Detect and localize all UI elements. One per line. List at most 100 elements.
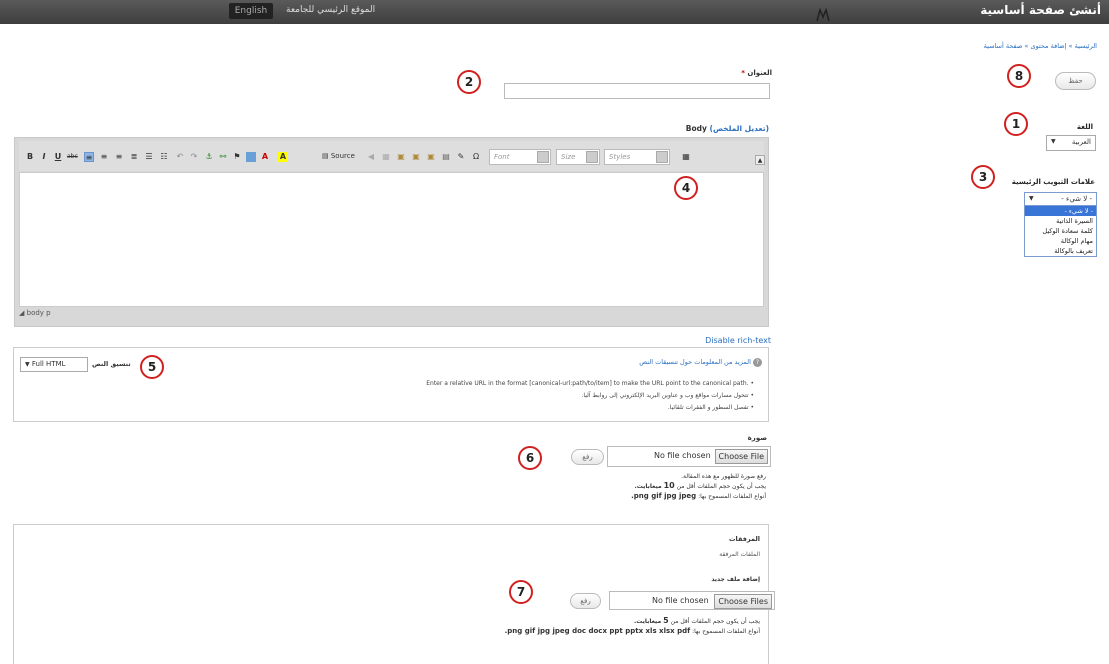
- align-left-icon[interactable]: ≡: [84, 152, 94, 162]
- table-icon[interactable]: ▦: [681, 152, 691, 162]
- bold-icon[interactable]: B: [25, 152, 35, 162]
- format-tip-text: تفصل السطور و الفقرات تلقائيا.: [667, 404, 749, 411]
- align-right-icon[interactable]: ≡: [114, 152, 124, 162]
- main-tabs-option[interactable]: السيرة الذاتية: [1025, 216, 1096, 226]
- text-color-icon[interactable]: A: [260, 152, 270, 162]
- edit-summary-link[interactable]: (تعديل الملخص): [710, 124, 770, 133]
- editor-content-area[interactable]: [19, 172, 764, 307]
- hint-text: أنواع الملفات المسموح بها:: [698, 493, 766, 500]
- underline-icon[interactable]: U: [53, 152, 63, 162]
- image-size-hint: يجب أن يكون حجم الملفات أقل من 10 ميغابا…: [634, 481, 766, 490]
- main-tabs-option[interactable]: مهام الوكالة: [1025, 236, 1096, 246]
- disable-rich-text-link[interactable]: Disable rich-text: [705, 336, 771, 345]
- copy-icon[interactable]: ▦: [381, 152, 391, 162]
- font-select[interactable]: Font: [489, 149, 551, 165]
- replace-icon[interactable]: ▤: [441, 152, 451, 162]
- hint-text: أنواع الملفات المسموح بها:: [692, 628, 760, 635]
- source-button[interactable]: ▤ Source: [322, 152, 355, 160]
- paste-text-icon[interactable]: ▣: [396, 152, 406, 162]
- strikethrough-icon[interactable]: abc: [67, 152, 78, 162]
- attachments-panel: المرفقات الملفات المرفقة إضافة ملف جديد …: [13, 524, 775, 664]
- bulleted-list-icon[interactable]: ☰: [144, 152, 154, 162]
- align-center-icon[interactable]: ≡: [99, 152, 109, 162]
- marker-5: 5: [140, 355, 164, 379]
- size-select-placeholder: Size: [561, 153, 576, 161]
- site-home-link[interactable]: الموقع الرئيسي للجامعة: [286, 5, 375, 15]
- text-format-selected: Full HTML: [31, 360, 66, 368]
- numbered-list-icon[interactable]: ☷: [159, 152, 169, 162]
- paste-word-icon[interactable]: ▣: [411, 152, 421, 162]
- marker-4: 4: [674, 176, 698, 200]
- editor-toolbar: B I U abc ≡ ≡ ≡ ≣ ☰ ☷ ↶ ↷ ⚓ ⚯ ⚑ A A ▤ So…: [19, 141, 765, 171]
- styles-select[interactable]: Styles: [604, 149, 670, 165]
- italic-icon[interactable]: I: [39, 152, 49, 162]
- main-tabs-option[interactable]: كلمة سعادة الوكيل: [1025, 226, 1096, 236]
- page-title: أنشئ صفحة أساسية: [980, 3, 1101, 17]
- paste-icon[interactable]: ◀: [366, 152, 376, 162]
- image-hint: رفع صورة للظهور مع هذه المقالة.: [681, 473, 766, 480]
- language-selected: العربية: [1071, 138, 1091, 146]
- undo-icon[interactable]: ↶: [175, 152, 185, 162]
- main-tabs-current[interactable]: - لا شيء - ▼: [1025, 193, 1096, 206]
- source-label: Source: [330, 152, 355, 160]
- title-label-text: العنوان: [747, 69, 772, 77]
- format-tip-text: تتحول مسارات مواقع وب و عناوين البريد ال…: [581, 392, 749, 399]
- resize-icon[interactable]: ◢: [19, 309, 24, 317]
- link-icon[interactable]: ⚓: [204, 152, 214, 162]
- image-icon[interactable]: [246, 152, 256, 162]
- attachments-file-input[interactable]: No file chosen Choose Files: [609, 591, 775, 610]
- help-icon: ?: [753, 358, 762, 367]
- special-char-icon[interactable]: Ω: [471, 152, 481, 162]
- add-file-label: إضافة ملف جديد: [711, 576, 760, 583]
- no-file-chosen: No file chosen: [652, 596, 709, 605]
- hint-types: png gif jpg jpeg doc docx ppt pptx xls x…: [504, 627, 691, 635]
- unlink-icon[interactable]: ⚯: [218, 152, 228, 162]
- redo-icon[interactable]: ↷: [189, 152, 199, 162]
- image-upload-button[interactable]: رفع: [571, 449, 604, 465]
- main-tabs-select[interactable]: - لا شيء - ▼ - لا شيء - السيرة الذاتية ك…: [1024, 192, 1097, 257]
- chevron-down-icon: ▼: [1029, 195, 1034, 202]
- no-file-chosen: No file chosen: [654, 451, 711, 460]
- title-input[interactable]: [504, 83, 770, 99]
- english-link[interactable]: English: [229, 3, 273, 19]
- find-icon[interactable]: ▣: [426, 152, 436, 162]
- marker-8: 8: [1007, 64, 1031, 88]
- collapse-toolbar-icon[interactable]: ▲: [755, 155, 765, 165]
- marker-3: 3: [971, 165, 995, 189]
- source-icon: ▤: [322, 152, 329, 160]
- image-file-input[interactable]: No file chosen Choose File: [607, 446, 771, 467]
- anchor-icon[interactable]: ⚑: [232, 152, 242, 162]
- text-format-help-link[interactable]: ? المزيد من المعلومات حول تنسيقات النص: [639, 358, 762, 367]
- attachments-upload-button[interactable]: رفع: [570, 593, 601, 609]
- attachments-subtitle: الملفات المرفقة: [719, 551, 760, 558]
- main-tabs-option[interactable]: تعريف بالوكالة: [1025, 246, 1096, 256]
- text-format-panel: ▼ Full HTML تنسيق النص ? المزيد من المعل…: [13, 347, 769, 422]
- size-select[interactable]: Size: [556, 149, 600, 165]
- chevron-down-icon: [537, 151, 549, 163]
- background-color-icon[interactable]: A: [278, 152, 288, 162]
- save-button[interactable]: حفظ: [1055, 72, 1096, 90]
- eraser-icon[interactable]: ✎: [456, 152, 466, 162]
- hint-unit: ميغابايت.: [634, 618, 662, 625]
- hint-text: يجب أن يكون حجم الملفات أقل من: [676, 483, 766, 490]
- choose-file-button[interactable]: Choose File: [714, 449, 768, 464]
- image-types-hint: أنواع الملفات المسموح بها: png gif jpg j…: [631, 492, 766, 500]
- breadcrumb[interactable]: الرئيسية » إضافة محتوى » صفحة أساسية: [984, 42, 1097, 50]
- language-select[interactable]: العربية ▼: [1046, 135, 1096, 151]
- text-format-label: تنسيق النص: [92, 360, 131, 368]
- text-format-select[interactable]: ▼ Full HTML: [20, 357, 88, 372]
- marker-7: 7: [509, 580, 533, 604]
- format-tip-text: Enter a relative URL in the format [cano…: [426, 380, 749, 387]
- styles-select-placeholder: Styles: [609, 153, 631, 161]
- rich-text-editor: B I U abc ≡ ≡ ≡ ≣ ☰ ☷ ↶ ↷ ⚓ ⚯ ⚑ A A ▤ So…: [14, 137, 769, 327]
- attachments-size-hint: يجب أن يكون حجم الملفات أقل من 5 ميغاباي…: [634, 616, 760, 625]
- main-tabs-option[interactable]: - لا شيء -: [1025, 206, 1096, 216]
- body-label: Body (تعديل الملخص): [686, 124, 769, 133]
- choose-files-button[interactable]: Choose Files: [714, 594, 772, 609]
- image-label: صورة: [747, 434, 767, 442]
- chevron-down-icon: ▼: [25, 361, 30, 368]
- format-tip: • تتحول مسارات مواقع وب و عناوين البريد …: [581, 392, 754, 399]
- element-path[interactable]: body p: [27, 309, 51, 317]
- justify-icon[interactable]: ≣: [129, 152, 139, 162]
- attachments-title: المرفقات: [729, 535, 760, 543]
